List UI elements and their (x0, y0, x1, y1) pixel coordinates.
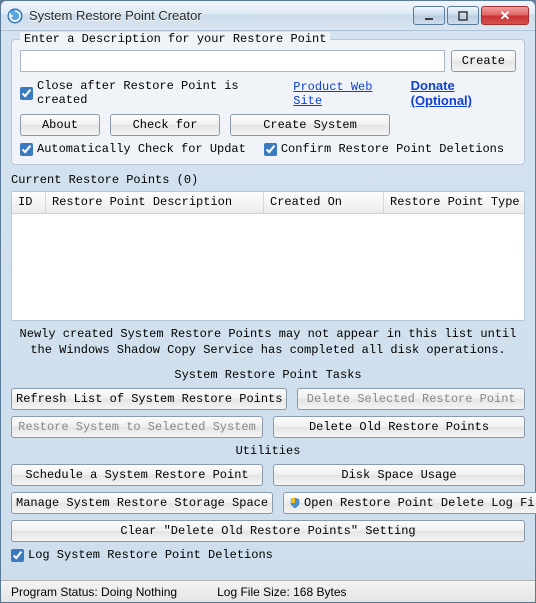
utilities-heading: Utilities (11, 444, 525, 458)
delete-selected-button[interactable]: Delete Selected Restore Point (297, 388, 525, 410)
program-status: Program Status: Doing Nothing (11, 585, 177, 599)
minimize-button[interactable] (413, 6, 445, 25)
product-website-link[interactable]: Product Web Site (293, 80, 404, 108)
close-after-checkbox[interactable]: Close after Restore Point is created (20, 79, 287, 107)
refresh-list-button[interactable]: Refresh List of System Restore Points (11, 388, 287, 410)
description-input[interactable] (20, 50, 445, 72)
about-button[interactable]: About (20, 114, 100, 136)
create-system-button[interactable]: Create System (230, 114, 390, 136)
window-title: System Restore Point Creator (29, 8, 413, 23)
list-note: Newly created System Restore Points may … (11, 327, 525, 358)
open-log-button[interactable]: Open Restore Point Delete Log File (283, 492, 536, 514)
schedule-button[interactable]: Schedule a System Restore Point (11, 464, 263, 486)
col-type[interactable]: Restore Point Type (384, 192, 524, 213)
log-file-size: Log File Size: 168 Bytes (217, 585, 346, 599)
clear-setting-button[interactable]: Clear "Delete Old Restore Points" Settin… (11, 520, 525, 542)
client-area: Enter a Description for your Restore Poi… (1, 31, 535, 570)
maximize-button[interactable] (447, 6, 479, 25)
donate-link[interactable]: Donate (Optional) (411, 78, 516, 108)
restore-system-button[interactable]: Restore System to Selected System (11, 416, 263, 438)
close-button[interactable]: ✕ (481, 6, 529, 25)
status-bar: Program Status: Doing Nothing Log File S… (1, 580, 535, 602)
app-icon (7, 8, 23, 24)
check-for-button[interactable]: Check for (110, 114, 220, 136)
titlebar: System Restore Point Creator ✕ (1, 1, 535, 31)
window-controls: ✕ (413, 6, 529, 25)
col-description[interactable]: Restore Point Description (46, 192, 264, 213)
col-created[interactable]: Created On (264, 192, 384, 213)
app-window: System Restore Point Creator ✕ Enter a D… (0, 0, 536, 603)
delete-old-button[interactable]: Delete Old Restore Points (273, 416, 525, 438)
shield-icon (288, 496, 302, 510)
description-group-label: Enter a Description for your Restore Poi… (20, 32, 330, 46)
description-group: Enter a Description for your Restore Poi… (11, 39, 525, 165)
disk-usage-button[interactable]: Disk Space Usage (273, 464, 525, 486)
create-button[interactable]: Create (451, 50, 516, 72)
log-deletions-checkbox[interactable]: Log System Restore Point Deletions (11, 548, 525, 562)
current-points-label: Current Restore Points (0) (11, 173, 525, 187)
manage-storage-button[interactable]: Manage System Restore Storage Space (11, 492, 273, 514)
confirm-deletions-checkbox[interactable]: Confirm Restore Point Deletions (264, 142, 504, 156)
list-header: ID Restore Point Description Created On … (12, 192, 524, 214)
tasks-heading: System Restore Point Tasks (11, 368, 525, 382)
restore-points-list[interactable]: ID Restore Point Description Created On … (11, 191, 525, 321)
col-id[interactable]: ID (12, 192, 46, 213)
auto-check-checkbox[interactable]: Automatically Check for Updat (20, 142, 246, 156)
